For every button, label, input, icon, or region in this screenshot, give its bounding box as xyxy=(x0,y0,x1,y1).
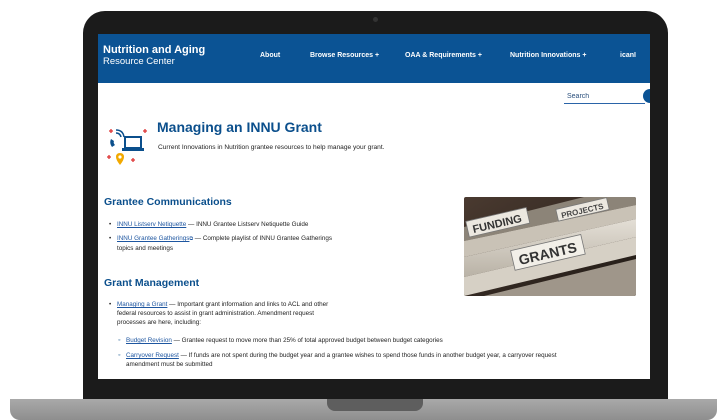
management-list: Managing a Grant — Important grant infor… xyxy=(101,300,391,327)
top-navigation: Nutrition and Aging Resource Center Abou… xyxy=(98,34,650,83)
list-item-text-cont: processes are here, including: xyxy=(117,319,202,326)
list-item-text: — Important grant information and links … xyxy=(167,301,329,308)
list-item: INNU Listserv Netiquette — INNU Grantee … xyxy=(101,220,401,229)
list-item: Carryover Request — If funds are not spe… xyxy=(110,351,650,369)
communications-list: INNU Listserv Netiquette — INNU Grantee … xyxy=(101,220,401,253)
list-item-text: — Grantee request to move more than 25% … xyxy=(171,337,443,344)
nav-item-about[interactable]: About xyxy=(260,52,280,59)
section-heading-grant-management: Grant Management xyxy=(104,277,200,289)
list-item-text-cont: amendment must be submitted xyxy=(126,361,213,368)
nav-item-browse-resources[interactable]: Browse Resources + xyxy=(310,52,379,59)
page-subtitle: Current Innovations in Nutrition grantee… xyxy=(158,144,385,151)
search-input[interactable] xyxy=(564,89,645,104)
list-item: INNU Grantee Gatherings⧉ — Complete play… xyxy=(101,234,401,253)
list-item-text: — INNU Grantee Listserv Netiquette Guide xyxy=(186,221,309,228)
nav-item-icani[interactable]: icanI xyxy=(620,52,636,59)
list-item-text: — Complete playlist of INNU Grantee Gath… xyxy=(193,235,332,242)
funding-grants-image: FUNDING PROJECTS GRANTS xyxy=(464,197,636,296)
link-listserv-netiquette[interactable]: INNU Listserv Netiquette xyxy=(117,221,186,228)
link-carryover-request[interactable]: Carryover Request xyxy=(126,352,179,359)
list-item-text-cont: topics and meetings xyxy=(117,245,174,252)
amendment-sublist: Budget Revision — Grantee request to mov… xyxy=(110,336,650,369)
brand-line-2: Resource Center xyxy=(103,56,175,67)
laptop-notch xyxy=(327,399,423,411)
list-item: Budget Revision — Grantee request to mov… xyxy=(110,336,650,345)
link-budget-revision[interactable]: Budget Revision xyxy=(126,337,172,344)
nav-item-oaa-requirements[interactable]: OAA & Requirements + xyxy=(405,52,482,59)
laptop-screen: Nutrition and Aging Resource Center Abou… xyxy=(98,34,650,379)
list-item-text-cont: federal resources to assist in grant adm… xyxy=(117,310,315,317)
brand-line-1: Nutrition and Aging xyxy=(103,44,206,56)
phone-laptop-location-icon xyxy=(107,129,147,165)
list-item-text: — If funds are not spent during the budg… xyxy=(178,352,557,359)
nav-item-nutrition-innovations[interactable]: Nutrition Innovations + xyxy=(510,52,586,59)
page-title: Managing an INNU Grant xyxy=(157,119,322,135)
site-logo[interactable]: Nutrition and Aging Resource Center xyxy=(103,44,206,68)
laptop-camera xyxy=(373,17,378,22)
link-grantee-gatherings[interactable]: INNU Grantee Gatherings xyxy=(117,235,189,242)
search-button[interactable] xyxy=(643,89,650,103)
section-heading-communications: Grantee Communications xyxy=(104,196,232,208)
list-item: Managing a Grant — Important grant infor… xyxy=(101,300,391,327)
link-managing-a-grant[interactable]: Managing a Grant xyxy=(117,301,167,308)
